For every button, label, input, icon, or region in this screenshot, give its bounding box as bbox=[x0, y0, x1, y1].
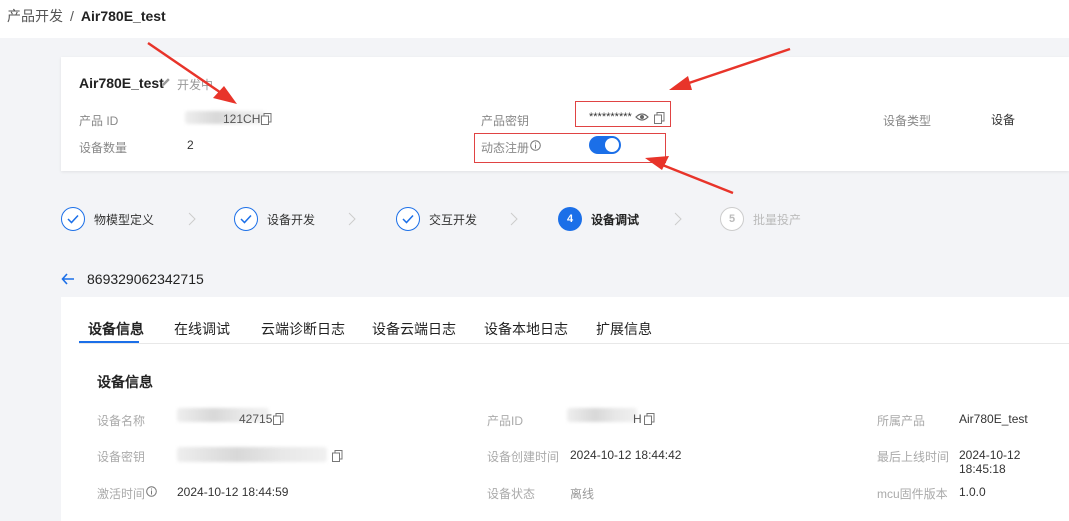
step-number: 4 bbox=[558, 207, 582, 231]
step-label: 交互开发 bbox=[429, 212, 478, 227]
created-time-value: 2024-10-12 18:44:42 bbox=[570, 448, 682, 462]
redacted-device-secret bbox=[177, 447, 327, 462]
chevron-right-icon bbox=[348, 212, 356, 226]
check-icon bbox=[396, 207, 420, 231]
tab-cloud-diagnostic-log[interactable]: 云端诊断日志 bbox=[261, 319, 345, 339]
mcu-firmware-label: mcu固件版本 bbox=[877, 487, 948, 501]
tab-extended-info[interactable]: 扩展信息 bbox=[596, 319, 652, 339]
copy-icon[interactable] bbox=[644, 413, 655, 425]
step-label: 设备调试 bbox=[591, 212, 640, 227]
step-label: 设备开发 bbox=[267, 212, 316, 227]
eye-icon[interactable] bbox=[635, 112, 649, 122]
step-interaction-dev[interactable]: 交互开发 bbox=[396, 206, 477, 232]
step-label: 物模型定义 bbox=[94, 212, 155, 227]
breadcrumb-parent[interactable]: 产品开发 bbox=[7, 6, 63, 26]
breadcrumb: 产品开发 / Air780E_test bbox=[7, 6, 166, 26]
tab-online-debug[interactable]: 在线调试 bbox=[174, 319, 230, 339]
product-id-value: H bbox=[633, 412, 642, 426]
device-type-label: 设备类型 bbox=[883, 114, 932, 128]
last-online-label: 最后上线时间 bbox=[877, 450, 950, 464]
created-time-label: 设备创建时间 bbox=[487, 450, 560, 464]
device-name-label: 设备名称 bbox=[97, 414, 146, 428]
device-status-value: 离线 bbox=[570, 487, 595, 501]
device-type-value: 设备 bbox=[991, 113, 1016, 127]
dynamic-reg-toggle[interactable] bbox=[589, 136, 621, 154]
check-icon bbox=[61, 207, 85, 231]
device-detail-card: 设备信息 在线调试 云端诊断日志 设备云端日志 设备本地日志 扩展信息 设备信息… bbox=[61, 297, 1069, 521]
product-id-value: 121CH bbox=[223, 112, 261, 126]
device-status-label: 设备状态 bbox=[487, 487, 536, 501]
device-count-label: 设备数量 bbox=[79, 141, 128, 155]
breadcrumb-current: Air780E_test bbox=[80, 8, 166, 24]
tab-device-cloud-log[interactable]: 设备云端日志 bbox=[372, 319, 456, 339]
step-mass-production[interactable]: 5 批量投产 bbox=[720, 206, 801, 232]
chevron-right-icon bbox=[674, 212, 682, 226]
arrow-left-icon[interactable] bbox=[61, 272, 75, 286]
product-id-label: 产品 ID bbox=[79, 114, 119, 128]
belongs-product-label: 所属产品 bbox=[877, 414, 926, 428]
step-thing-model[interactable]: 物模型定义 bbox=[61, 206, 154, 232]
device-name-value: 42715 bbox=[239, 412, 273, 426]
divider bbox=[79, 343, 1069, 344]
device-count-value: 2 bbox=[187, 138, 194, 152]
belongs-product-value[interactable]: Air780E_test bbox=[959, 412, 1028, 426]
tab-device-local-log[interactable]: 设备本地日志 bbox=[484, 319, 568, 339]
activated-time-label: 激活时间 bbox=[97, 487, 146, 501]
product-secret-label: 产品密钥 bbox=[481, 114, 530, 128]
chevron-right-icon bbox=[510, 212, 518, 226]
dynamic-reg-label: 动态注册 bbox=[481, 141, 530, 155]
step-number: 5 bbox=[720, 207, 744, 231]
breadcrumb-separator: / bbox=[70, 8, 74, 24]
product-status-tag: 开发中 bbox=[177, 78, 214, 92]
step-progress: 物模型定义 设备开发 交互开发 4 设备调试 5 批量投产 bbox=[61, 206, 1069, 232]
top-bar: 产品开发 / Air780E_test bbox=[0, 0, 1069, 38]
step-device-debug[interactable]: 4 设备调试 bbox=[558, 206, 639, 232]
copy-icon[interactable] bbox=[332, 450, 343, 462]
info-icon[interactable] bbox=[530, 140, 541, 151]
pencil-icon[interactable] bbox=[160, 76, 172, 88]
last-online-value: 2024-10-12 18:45:18 bbox=[959, 448, 1021, 476]
product-secret-value: ********** bbox=[589, 111, 632, 123]
activated-time-value: 2024-10-12 18:44:59 bbox=[177, 485, 289, 499]
tab-device-info[interactable]: 设备信息 bbox=[88, 319, 144, 339]
product-id-label: 产品ID bbox=[487, 414, 524, 428]
product-summary-card: Air780E_test 开发中 产品 ID 121CH 设备数量 2 产品密钥… bbox=[61, 57, 1069, 171]
mcu-firmware-value: 1.0.0 bbox=[959, 485, 986, 499]
step-label: 批量投产 bbox=[753, 212, 802, 227]
device-id-title: 869329062342715 bbox=[87, 271, 204, 287]
copy-icon[interactable] bbox=[654, 112, 665, 124]
copy-icon[interactable] bbox=[273, 413, 284, 425]
product-name: Air780E_test bbox=[79, 75, 164, 91]
check-icon bbox=[234, 207, 258, 231]
step-device-dev[interactable]: 设备开发 bbox=[234, 206, 315, 232]
info-icon[interactable] bbox=[146, 486, 157, 497]
chevron-right-icon bbox=[188, 212, 196, 226]
redacted-product-id bbox=[567, 408, 637, 422]
device-secret-label: 设备密钥 bbox=[97, 450, 146, 464]
section-title: 设备信息 bbox=[97, 374, 153, 390]
copy-icon[interactable] bbox=[261, 113, 272, 125]
